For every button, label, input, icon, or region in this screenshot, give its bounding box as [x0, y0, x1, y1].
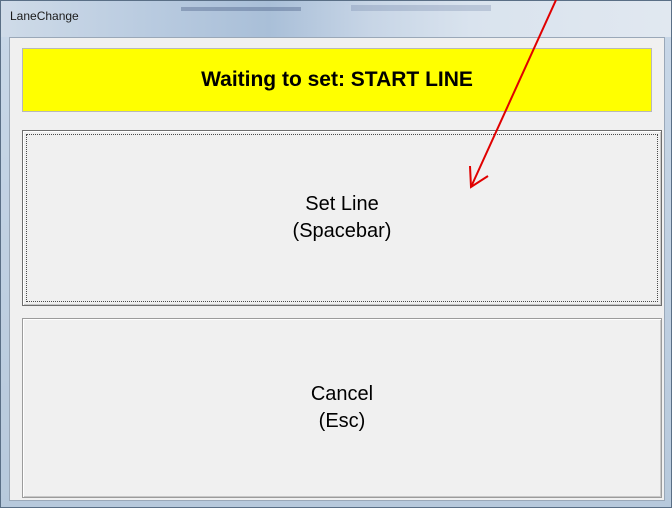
cancel-button-label: Cancel [310, 383, 374, 405]
cancel-button-shortcut: (Esc) [318, 410, 366, 432]
window-title: LaneChange [10, 9, 79, 23]
status-banner-text: Waiting to set: START LINE [201, 68, 473, 91]
title-bar-decoration [351, 5, 491, 11]
title-bar[interactable]: LaneChange [1, 1, 671, 37]
cancel-button[interactable]: Cancel (Esc) [22, 318, 662, 498]
dialog-client-area: Waiting to set: START LINE Set Line (Spa… [9, 37, 665, 501]
set-line-button-shortcut: (Spacebar) [292, 220, 392, 242]
set-line-button[interactable]: Set Line (Spacebar) [22, 130, 662, 306]
lanechange-window: LaneChange Waiting to set: START LINE Se… [0, 0, 672, 508]
title-bar-decoration [181, 7, 301, 11]
set-line-button-label: Set Line [305, 193, 379, 215]
status-banner: Waiting to set: START LINE [22, 48, 652, 112]
